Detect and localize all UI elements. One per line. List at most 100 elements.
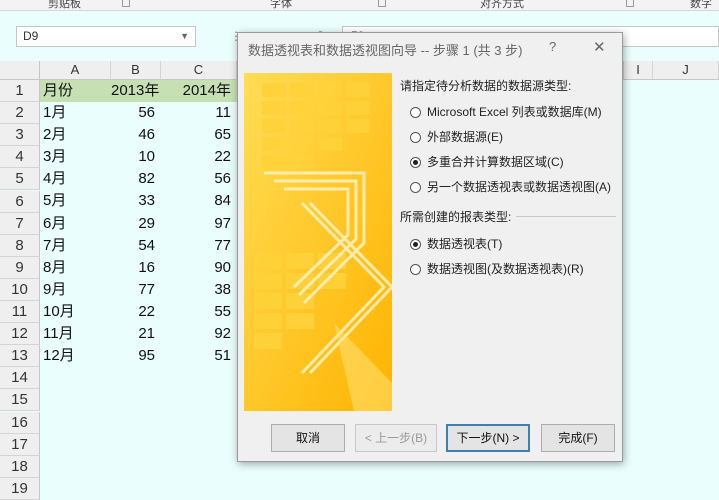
header-cell[interactable]: 月份: [40, 80, 111, 102]
source-type-label: 请指定待分析数据的数据源类型:: [400, 79, 572, 93]
radio-label: 另一个数据透视表或数据透视图(A): [427, 180, 611, 194]
radio-unchecked-icon[interactable]: [410, 132, 421, 143]
row-header[interactable]: 1: [0, 80, 40, 102]
next-button[interactable]: 下一步(N) >: [446, 424, 530, 452]
row-header[interactable]: 8: [0, 234, 40, 257]
table-cell[interactable]: 82: [111, 168, 161, 190]
select-all-corner[interactable]: [0, 61, 40, 80]
separator: [516, 216, 616, 217]
table-cell[interactable]: 5月: [40, 190, 111, 212]
row-header[interactable]: 10: [0, 278, 40, 301]
table-cell[interactable]: 56: [161, 168, 237, 190]
radio-unchecked-icon[interactable]: [410, 107, 421, 118]
row-header[interactable]: 4: [0, 146, 40, 169]
source-option-3[interactable]: 多重合并计算数据区域(C): [410, 153, 564, 170]
column-header-j[interactable]: J: [653, 61, 719, 80]
ribbon-group-clipboard: 剪贴板: [48, 0, 81, 10]
name-box[interactable]: D9 ▼: [16, 26, 196, 47]
table-cell[interactable]: 12月: [40, 345, 111, 367]
table-cell[interactable]: 77: [111, 279, 161, 301]
name-box-value: D9: [23, 29, 39, 43]
radio-unchecked-icon[interactable]: [410, 182, 421, 193]
table-cell[interactable]: 51: [161, 345, 237, 367]
source-option-1[interactable]: Microsoft Excel 列表或数据库(M): [410, 103, 602, 120]
report-option-2[interactable]: 数据透视图(及数据透视表)(R): [410, 260, 584, 277]
table-cell[interactable]: 33: [111, 190, 161, 212]
row-header[interactable]: 17: [0, 433, 40, 456]
ribbon-group-font: 字体: [270, 0, 292, 10]
row-header[interactable]: 2: [0, 102, 40, 125]
source-option-4[interactable]: 另一个数据透视表或数据透视图(A): [410, 178, 611, 195]
table-cell[interactable]: 2月: [40, 124, 111, 146]
row-header[interactable]: 3: [0, 124, 40, 147]
table-cell[interactable]: 95: [111, 345, 161, 367]
row-header[interactable]: 14: [0, 367, 40, 390]
table-cell[interactable]: 29: [111, 213, 161, 235]
row-header[interactable]: 12: [0, 323, 40, 346]
table-cell[interactable]: 10月: [40, 301, 111, 323]
back-button[interactable]: < 上一步(B): [355, 424, 437, 452]
cancel-button[interactable]: 取消: [271, 424, 345, 452]
table-cell[interactable]: 84: [161, 190, 237, 212]
table-cell[interactable]: 77: [161, 235, 237, 257]
dialog-launcher-icon[interactable]: [378, 0, 386, 7]
table-cell[interactable]: 21: [111, 323, 161, 345]
report-type-label: 所需创建的报表类型:: [400, 210, 512, 224]
radio-label: 数据透视表(T): [427, 237, 503, 251]
table-cell[interactable]: 22: [161, 146, 237, 168]
ribbon-group-alignment: 对齐方式: [480, 0, 524, 10]
header-cell[interactable]: 2014年: [161, 80, 237, 102]
table-cell[interactable]: 11: [161, 102, 237, 124]
radio-checked-icon[interactable]: [410, 157, 421, 168]
radio-label: 数据透视图(及数据透视表)(R): [427, 262, 584, 276]
finish-button[interactable]: 完成(F): [541, 424, 615, 452]
table-cell[interactable]: 22: [111, 301, 161, 323]
close-icon[interactable]: ✕: [593, 38, 606, 56]
row-header[interactable]: 7: [0, 212, 40, 235]
dialog-title: 数据透视表和数据透视图向导 -- 步骤 1 (共 3 步): [248, 43, 523, 58]
table-cell[interactable]: 6月: [40, 213, 111, 235]
table-cell[interactable]: 11月: [40, 323, 111, 345]
radio-label: 多重合并计算数据区域(C): [427, 155, 564, 169]
column-header-b[interactable]: B: [111, 61, 161, 80]
table-cell[interactable]: 9月: [40, 279, 111, 301]
table-cell[interactable]: 10: [111, 146, 161, 168]
column-header-a[interactable]: A: [40, 61, 111, 80]
report-option-1[interactable]: 数据透视表(T): [410, 235, 502, 252]
table-cell[interactable]: 8月: [40, 257, 111, 279]
column-header-c[interactable]: C: [161, 61, 237, 80]
header-cell[interactable]: 2013年: [111, 80, 161, 102]
row-header[interactable]: 16: [0, 411, 40, 434]
table-cell[interactable]: 7月: [40, 235, 111, 257]
radio-unchecked-icon[interactable]: [410, 264, 421, 275]
row-header[interactable]: 9: [0, 256, 40, 279]
table-cell[interactable]: 65: [161, 124, 237, 146]
table-cell[interactable]: 97: [161, 213, 237, 235]
table-cell[interactable]: 1月: [40, 102, 111, 124]
row-header[interactable]: 15: [0, 389, 40, 412]
table-cell[interactable]: 55: [161, 301, 237, 323]
table-cell[interactable]: 38: [161, 279, 237, 301]
row-header[interactable]: 5: [0, 168, 40, 191]
source-option-2[interactable]: 外部数据源(E): [410, 128, 503, 145]
table-cell[interactable]: 92: [161, 323, 237, 345]
radio-checked-icon[interactable]: [410, 239, 421, 250]
row-header[interactable]: 13: [0, 345, 40, 368]
column-header-i[interactable]: I: [623, 61, 653, 80]
row-header[interactable]: 18: [0, 455, 40, 478]
table-cell[interactable]: 54: [111, 235, 161, 257]
ribbon-group-labels: 剪贴板 字体 对齐方式 数字: [0, 0, 719, 11]
table-cell[interactable]: 3月: [40, 146, 111, 168]
dialog-launcher-icon[interactable]: [122, 0, 130, 7]
chevron-down-icon[interactable]: ▼: [180, 27, 189, 46]
row-header[interactable]: 11: [0, 301, 40, 323]
row-header[interactable]: 6: [0, 190, 40, 213]
table-cell[interactable]: 56: [111, 102, 161, 124]
table-cell[interactable]: 46: [111, 124, 161, 146]
table-cell[interactable]: 4月: [40, 168, 111, 190]
table-cell[interactable]: 16: [111, 257, 161, 279]
radio-label: 外部数据源(E): [427, 130, 503, 144]
table-cell[interactable]: 90: [161, 257, 237, 279]
help-icon[interactable]: ?: [549, 39, 556, 54]
dialog-launcher-icon[interactable]: [626, 0, 634, 7]
